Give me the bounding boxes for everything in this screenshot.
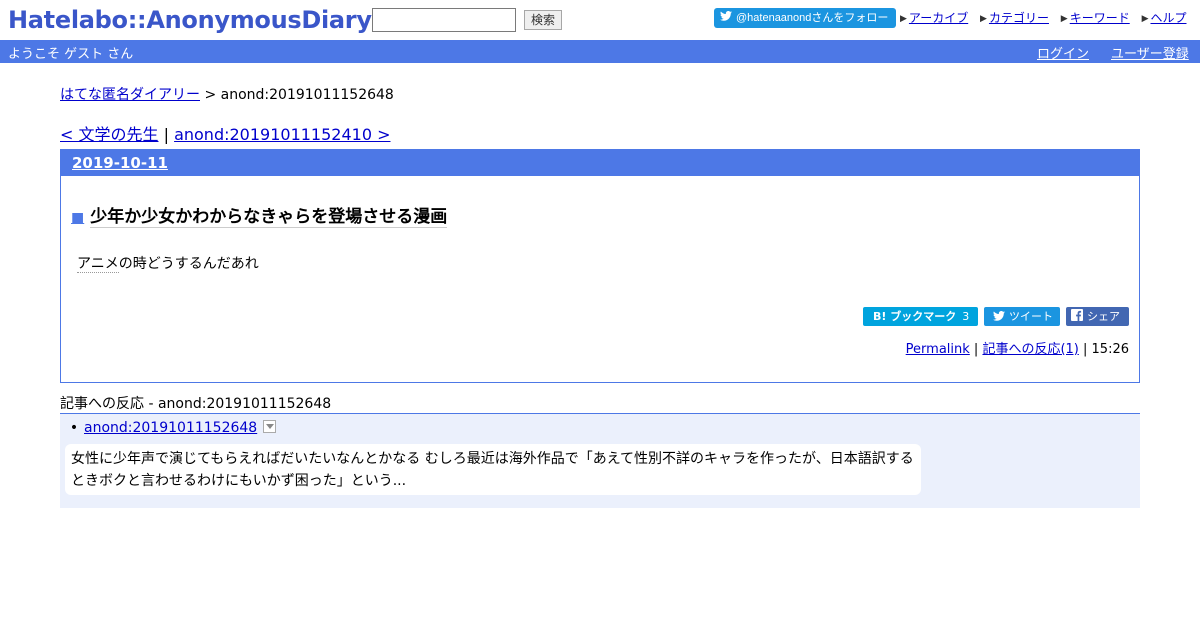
tweet-button[interactable]: ツイート (984, 307, 1060, 326)
reaction-entry-link[interactable]: anond:20191011152648 (84, 420, 257, 436)
site-logo[interactable]: Hatelabo::AnonymousDiary (8, 4, 372, 36)
login-link[interactable]: ログイン (1037, 43, 1089, 62)
bookmark-count: 3 (962, 310, 970, 323)
entry-date-link[interactable]: 2019-10-11 (72, 154, 168, 172)
hatena-bookmark-button[interactable]: B! ブックマーク 3 (863, 307, 978, 326)
permalink-link[interactable]: Permalink (906, 342, 970, 357)
entry-title: ■ 少年か少女かわからなきゃらを登場させる漫画 (71, 202, 448, 228)
help-link[interactable]: ヘルプ (1150, 11, 1186, 25)
nav-help: ▶ ヘルプ (1142, 9, 1187, 26)
nav-archive: ▶ アーカイブ (900, 9, 968, 26)
user-bar: ようこそ ゲスト さん ログイン ユーザー登録 (0, 40, 1200, 63)
archive-link[interactable]: アーカイブ (909, 11, 968, 25)
breadcrumb-separator: > (200, 87, 221, 103)
footer-separator: | (969, 342, 983, 357)
nav-separator: | (158, 125, 175, 144)
search-input[interactable] (372, 8, 516, 32)
dropdown-toggle-icon[interactable] (263, 420, 277, 433)
keyword-link[interactable]: キーワード (1070, 11, 1130, 25)
entry-time: 15:26 (1091, 342, 1129, 357)
arrow-icon: ▶ (1060, 14, 1068, 24)
top-nav-links: ▶ アーカイブ ▶ カテゴリー ▶ キーワード ▶ ヘルプ (900, 9, 1195, 27)
reaction-excerpt: 女性に少年声で演じてもらえればだいたいなんとかなる むしろ最近は海外作品で「あえ… (65, 444, 921, 495)
list-bullet: • (69, 420, 79, 436)
list-item: • anond:20191011152648 (64, 420, 277, 436)
entry-body: アニメの時どうするんだあれ (77, 253, 259, 273)
entry-box: 2019-10-11 ■ 少年か少女かわからなきゃらを登場させる漫画 アニメの時ど… (60, 149, 1140, 383)
twitter-follow-button[interactable]: @hatenaanondさんをフォロー (714, 8, 896, 28)
twitter-bird-icon (993, 308, 1005, 327)
breadcrumb-home-link[interactable]: はてな匿名ダイアリー (60, 87, 200, 103)
search-button[interactable]: 検索 (524, 10, 562, 30)
next-entry-link[interactable]: anond:20191011152410 > (174, 125, 390, 144)
header: Hatelabo::AnonymousDiary 検索 @hatenaanond… (0, 0, 1200, 40)
welcome-text: ようこそ ゲスト さん (8, 47, 134, 62)
arrow-icon: ▶ (980, 14, 987, 24)
facebook-share-button[interactable]: シェア (1066, 307, 1129, 326)
breadcrumb-current: anond:20191011152648 (220, 87, 394, 103)
footer-separator: | (1078, 342, 1092, 357)
entry-date-bar: 2019-10-11 (61, 150, 1139, 176)
reactions-heading: 記事への反応 - anond:20191011152648 (60, 393, 1140, 414)
reactions-link[interactable]: 記事への反応(1) (982, 342, 1078, 357)
reactions-panel: • anond:20191011152648 女性に少年声で演じてもらえればだいた… (60, 414, 1140, 508)
follow-label: @hatenaanondさんをフォロー (736, 12, 889, 24)
twitter-bird-icon (720, 8, 732, 28)
share-label: シェア (1087, 310, 1120, 323)
bookmark-label: B! ブックマーク (873, 310, 957, 323)
breadcrumb: はてな匿名ダイアリー > anond:20191011152648 (60, 84, 394, 104)
nav-category: ▶ カテゴリー (980, 9, 1049, 26)
entry-footer: Permalink | 記事への反応(1) | 15:26 (906, 338, 1129, 357)
nav-keyword: ▶ キーワード (1061, 9, 1130, 26)
keyword-link-anime[interactable]: アニメ (77, 256, 119, 273)
tweet-label: ツイート (1009, 310, 1053, 323)
register-link[interactable]: ユーザー登録 (1111, 43, 1189, 62)
entry-body-text: の時どうするんだあれ (118, 256, 259, 272)
entry-title-text: 少年か少女かわからなきゃらを登場させる漫画 (90, 207, 448, 228)
arrow-icon: ▶ (1141, 14, 1149, 24)
prev-entry-link[interactable]: < 文学の先生 (60, 125, 159, 144)
entry-navigation: < 文学の先生 | anond:20191011152410 > (60, 121, 391, 145)
entry-square-link[interactable]: ■ (71, 210, 84, 226)
category-link[interactable]: カテゴリー (989, 11, 1049, 25)
facebook-icon (1071, 308, 1083, 327)
arrow-icon: ▶ (900, 14, 907, 24)
